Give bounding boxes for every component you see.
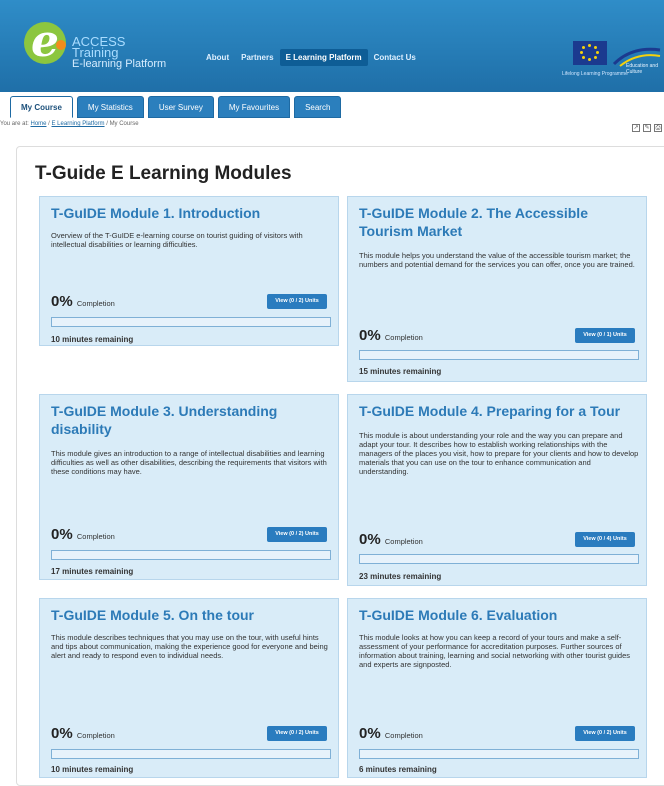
- progress-bar: [359, 749, 639, 759]
- module-card: T-GuIDE Module 6. Evaluation This module…: [347, 598, 647, 778]
- completion-percent: 0% Completion: [51, 526, 115, 543]
- progress-bar: [359, 554, 639, 564]
- tab-my-statistics[interactable]: My Statistics: [76, 96, 144, 118]
- progress-bar: [359, 350, 639, 360]
- tab-my-course[interactable]: My Course: [10, 96, 73, 118]
- view-units-button[interactable]: View (0 / 1) Units: [575, 328, 635, 343]
- module-description: This module gives an introduction to a r…: [51, 449, 327, 476]
- time-remaining: 10 minutes remaining: [51, 335, 134, 344]
- nav-contact[interactable]: Contact Us: [368, 49, 422, 66]
- module-card: T-GuIDE Module 3. Understanding disabili…: [39, 394, 339, 580]
- module-card: T-GuIDE Module 4. Preparing for a Tour T…: [347, 394, 647, 586]
- time-remaining: 10 minutes remaining: [51, 765, 134, 774]
- nav-about[interactable]: About: [200, 49, 235, 66]
- time-remaining: 17 minutes remaining: [51, 567, 134, 576]
- view-units-button[interactable]: View (0 / 2) Units: [267, 294, 327, 309]
- tab-search[interactable]: Search: [294, 96, 342, 118]
- user-name[interactable]: Ivor Ambrose: [605, 103, 656, 112]
- module-title[interactable]: T-GuIDE Module 4. Preparing for a Tour: [359, 402, 639, 420]
- expand-icon[interactable]: ↗: [632, 124, 640, 132]
- completion-percent: 0% Completion: [51, 293, 115, 310]
- completion-percent: 0% Completion: [359, 725, 423, 742]
- logo-dot: [56, 40, 66, 50]
- main-nav: About Partners E Learning Platform Conta…: [200, 49, 422, 66]
- breadcrumb-home-link[interactable]: Home: [30, 121, 46, 127]
- tab-my-favourites[interactable]: My Favourites: [217, 96, 291, 118]
- view-units-button[interactable]: View (0 / 4) Units: [575, 532, 635, 547]
- module-title[interactable]: T-GuIDE Module 1. Introduction: [51, 204, 331, 222]
- time-remaining: 15 minutes remaining: [359, 367, 442, 376]
- view-units-button[interactable]: View (0 / 2) Units: [267, 527, 327, 542]
- module-description: This module helps you understand the val…: [359, 251, 635, 269]
- completion-percent: 0% Completion: [359, 531, 423, 548]
- edu-culture-text: Education and Culture: [626, 63, 658, 75]
- breadcrumb-separator: /: [48, 121, 50, 127]
- progress-bar: [51, 749, 331, 759]
- eu-flag-icon: [573, 41, 607, 65]
- breadcrumb-platform-link[interactable]: E Learning Platform: [52, 121, 105, 127]
- module-title[interactable]: T-GuIDE Module 5. On the tour: [51, 606, 331, 624]
- tab-user-survey[interactable]: User Survey: [147, 96, 214, 118]
- progress-bar: [51, 317, 331, 327]
- module-title[interactable]: T-GuIDE Module 2. The Accessible Tourism…: [359, 204, 639, 240]
- module-description: This module looks at how you can keep a …: [359, 633, 630, 669]
- module-title[interactable]: T-GuIDE Module 3. Understanding disabili…: [51, 402, 331, 438]
- nav-partners[interactable]: Partners: [235, 49, 279, 66]
- view-units-button[interactable]: View (0 / 2) Units: [575, 726, 635, 741]
- view-units-button[interactable]: View (0 / 2) Units: [267, 726, 327, 741]
- module-card: T-GuIDE Module 2. The Accessible Tourism…: [347, 196, 647, 382]
- completion-percent: 0% Completion: [359, 327, 423, 344]
- module-title[interactable]: T-GuIDE Module 6. Evaluation: [359, 606, 639, 624]
- edit-icon[interactable]: ✎: [643, 124, 651, 132]
- breadcrumb: You are at: Home / E Learning Platform /…: [0, 121, 139, 127]
- print-icon[interactable]: ⎙: [654, 124, 662, 132]
- site-header: e ACCESS Training E-learning Platform Ab…: [0, 0, 664, 92]
- logo-line3: E-learning Platform: [72, 58, 167, 70]
- completion-percent: 0% Completion: [51, 725, 115, 742]
- breadcrumb-separator: /: [106, 121, 108, 127]
- breadcrumb-current: My Course: [109, 121, 139, 127]
- module-card: T-GuIDE Module 1. Introduction Overview …: [39, 196, 339, 346]
- page-tools: ↗ ✎ ⎙: [632, 124, 662, 132]
- page-title: T-Guide E Learning Modules: [35, 163, 292, 184]
- tabs: My Course My Statistics User Survey My F…: [10, 96, 342, 118]
- module-card: T-GuIDE Module 5. On the tour This modul…: [39, 598, 339, 778]
- time-remaining: 23 minutes remaining: [359, 572, 442, 581]
- module-description: Overview of the T-GuIDE e-learning cours…: [51, 231, 303, 249]
- time-remaining: 6 minutes remaining: [359, 765, 437, 774]
- nav-elearning[interactable]: E Learning Platform: [279, 49, 368, 66]
- module-description: This module describes techniques that yo…: [51, 633, 328, 660]
- module-description: This module is about understanding your …: [359, 431, 639, 476]
- llp-text: Lifelong Learning Programme: [562, 71, 628, 77]
- progress-bar: [51, 550, 331, 560]
- breadcrumb-prefix: You are at:: [0, 121, 29, 127]
